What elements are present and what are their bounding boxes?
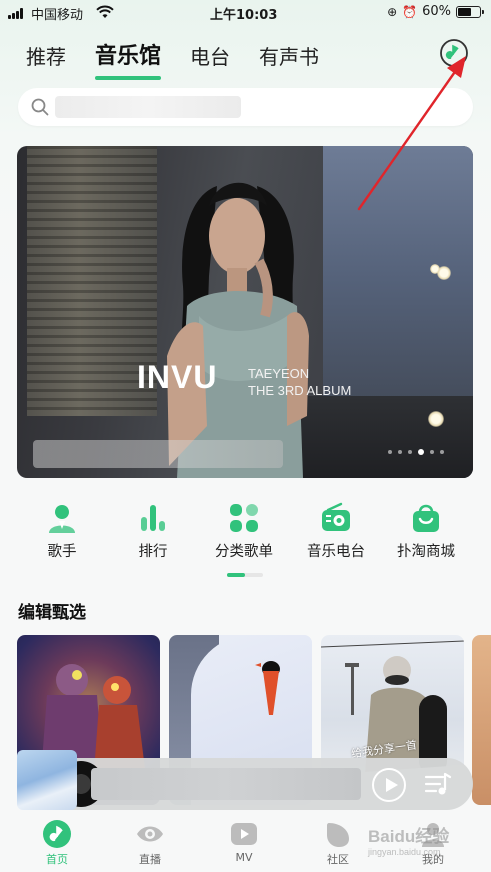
category-icon: [198, 500, 290, 536]
banner-lamp: [428, 411, 444, 427]
tab-0[interactable]: 推荐: [26, 41, 66, 70]
playlist-card-partial[interactable]: [472, 635, 491, 805]
category-chart[interactable]: 排行: [107, 500, 199, 561]
battery-icon: [456, 5, 484, 18]
music-note-icon[interactable]: [439, 38, 469, 68]
card-artwork-bird: [255, 661, 280, 715]
playlist-icon[interactable]: [423, 770, 453, 798]
nav-live[interactable]: 直播: [115, 818, 185, 867]
carousel-dot[interactable]: [440, 450, 444, 454]
category-shop[interactable]: 扑淘商城: [380, 500, 472, 561]
search-icon: [31, 98, 49, 116]
live-icon: [115, 818, 185, 850]
banner-carousel[interactable]: INVU TAEYEON THE 3RD ALBUM: [17, 146, 473, 478]
now-playing-title-blurred: [91, 768, 361, 800]
tab-1[interactable]: 音乐馆: [95, 38, 162, 80]
search-placeholder-blurred: [55, 96, 241, 118]
carousel-dot[interactable]: [388, 450, 392, 454]
category-row: 歌手 排行 分类歌单 音乐电台 扑淘商城: [16, 500, 476, 570]
mini-player[interactable]: [17, 750, 473, 810]
carrier-name: 中国移动: [31, 8, 84, 23]
category-label: 排行: [138, 544, 168, 560]
nav-label: MV: [235, 851, 253, 864]
home-icon: [22, 818, 92, 850]
banner-lamp: [430, 264, 440, 274]
nav-home[interactable]: 首页: [22, 818, 92, 867]
banner-subtitle-album: THE 3RD ALBUM: [248, 383, 352, 398]
signal-icon: [8, 8, 25, 19]
nav-mv[interactable]: MV: [209, 818, 279, 864]
watermark-text: Baidu经验: [368, 827, 450, 846]
carousel-dot[interactable]: [408, 450, 412, 454]
category-radio[interactable]: 音乐电台: [290, 500, 382, 561]
section-title-editors-pick: 编辑甄选: [18, 603, 86, 623]
search-bar[interactable]: [18, 88, 473, 126]
nav-label: 社区: [327, 853, 349, 866]
tab-2[interactable]: 电台: [190, 41, 230, 70]
status-time: 上午10:03: [210, 8, 278, 23]
now-playing-artwork[interactable]: [17, 750, 77, 810]
play-button[interactable]: [372, 768, 406, 802]
banner-subtitle-artist: TAEYEON: [248, 366, 310, 381]
category-label: 扑淘商城: [397, 544, 455, 560]
category-label: 分类歌单: [215, 544, 273, 560]
carousel-dot[interactable]: [418, 449, 424, 455]
category-page-indicator: [227, 573, 263, 577]
alarm-icon: ⏰: [402, 4, 418, 19]
watermark: Baidu经验 jingyan.baidu.com: [368, 822, 449, 857]
community-icon: [303, 818, 373, 850]
nav-label: 直播: [139, 853, 161, 866]
nav-community[interactable]: 社区: [303, 818, 373, 867]
category-label: 歌手: [47, 544, 77, 560]
status-bar: 中国移动 上午10:03 ⊕ ⏰ 60%: [0, 0, 491, 26]
category-category[interactable]: 分类歌单: [198, 500, 290, 561]
radio-icon: [290, 500, 382, 536]
nav-label: 首页: [46, 853, 68, 866]
shop-icon: [380, 500, 472, 536]
top-tabs: 推荐 音乐馆 电台 有声书: [26, 38, 348, 80]
banner-artist-photo: [167, 182, 309, 478]
tab-3[interactable]: 有声书: [259, 41, 319, 70]
category-label: 音乐电台: [307, 544, 365, 560]
carousel-dot[interactable]: [430, 450, 434, 454]
category-singer[interactable]: 歌手: [16, 500, 108, 561]
banner-caption-blurred: [33, 440, 283, 468]
mv-icon: [209, 818, 279, 850]
watermark-url: jingyan.baidu.com: [368, 847, 441, 857]
chart-icon: [107, 500, 199, 536]
wifi-icon: [96, 5, 114, 18]
banner-title: INVU: [137, 359, 218, 395]
battery-percent: 60%: [422, 4, 451, 19]
carousel-indicator: [388, 449, 444, 455]
rotation-lock-icon: ⊕: [387, 4, 398, 19]
carousel-dot[interactable]: [398, 450, 402, 454]
singer-icon: [16, 500, 108, 536]
